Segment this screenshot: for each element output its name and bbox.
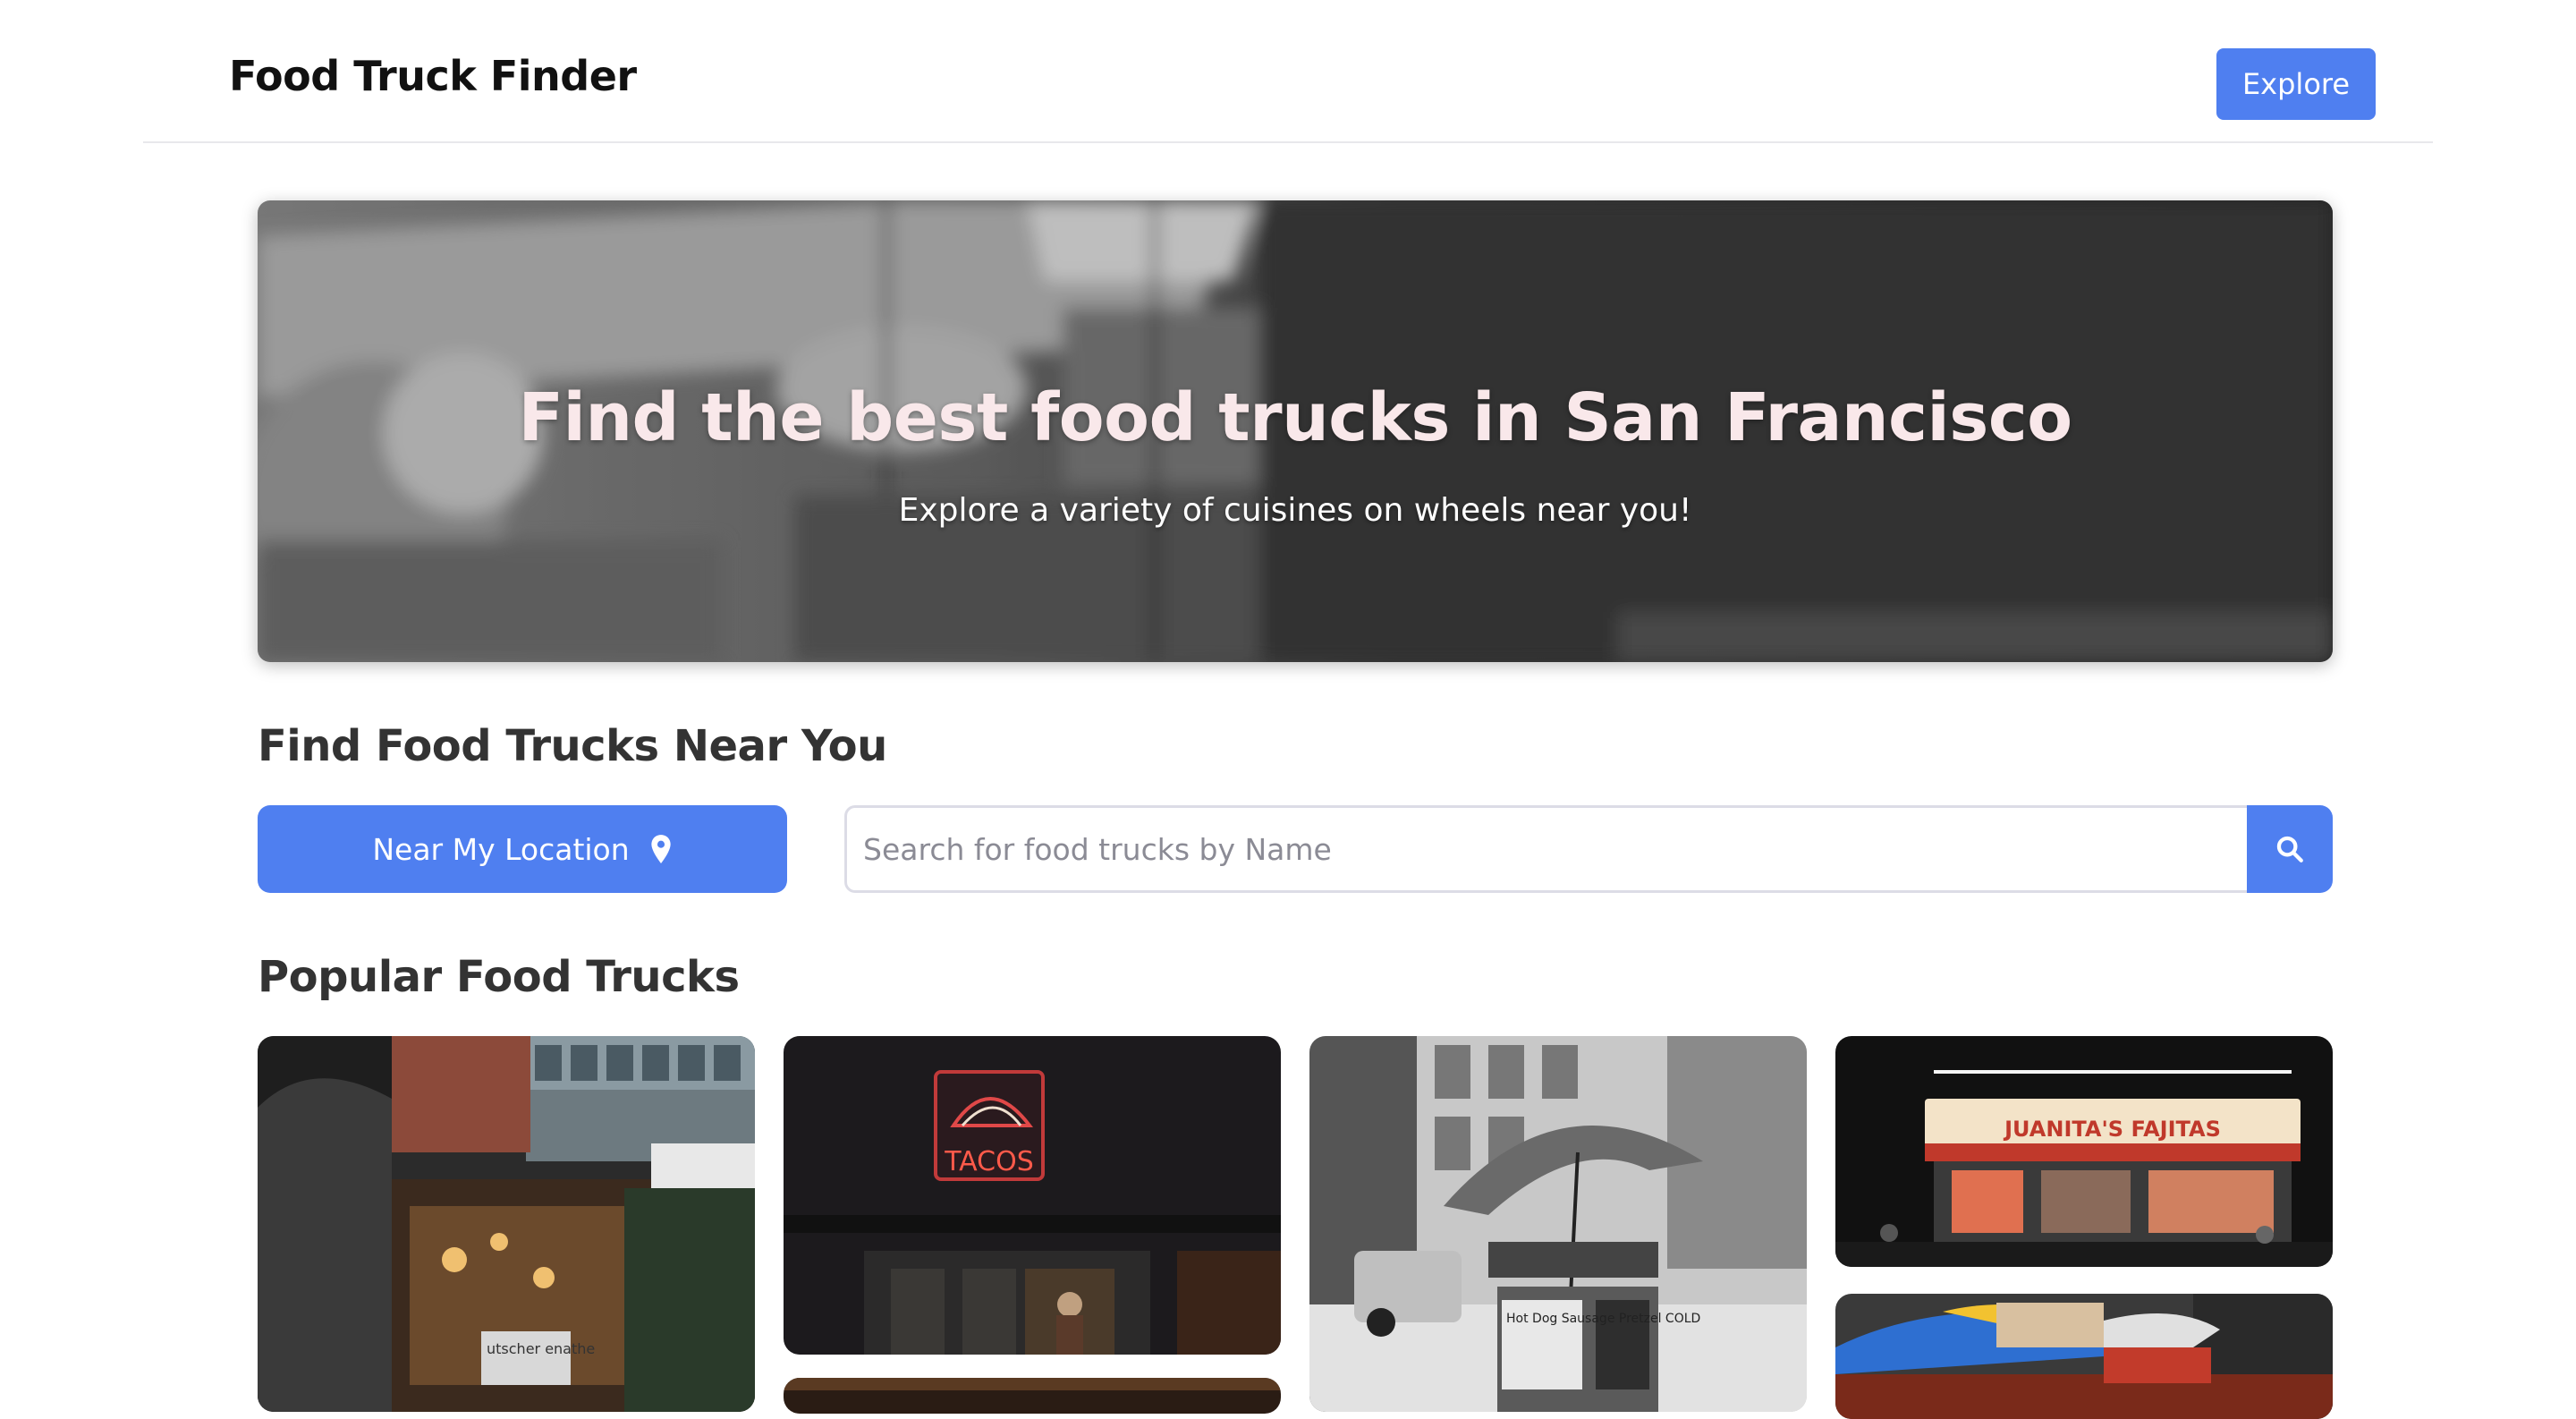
search-input[interactable] (844, 805, 2249, 893)
search-bar (844, 805, 2333, 893)
food-truck-image: JUANITA'S FAJITAS (1835, 1036, 2333, 1267)
food-truck-card[interactable] (784, 1378, 1281, 1414)
food-truck-card[interactable]: utscher enathe (258, 1036, 755, 1412)
explore-button[interactable]: Explore (2216, 48, 2376, 120)
food-truck-image: Hot Dog Sausage Pretzel COLD (1309, 1036, 1807, 1412)
hero-title: Find the best food trucks in San Francis… (518, 379, 2072, 456)
hero-subtitle: Explore a variety of cuisines on wheels … (898, 492, 1692, 529)
brand-title[interactable]: Food Truck Finder (229, 52, 637, 100)
food-truck-image: utscher enathe (258, 1036, 755, 1412)
search-button[interactable] (2247, 805, 2333, 893)
food-truck-image (784, 1378, 1281, 1414)
food-truck-image (1835, 1294, 2333, 1419)
card-sign-text: JUANITA'S FAJITAS (2003, 1117, 2221, 1142)
food-truck-card[interactable] (1835, 1294, 2333, 1419)
near-my-location-label: Near My Location (372, 831, 630, 867)
food-truck-image: TACOS (784, 1036, 1281, 1355)
near-you-heading: Find Food Trucks Near You (258, 721, 887, 771)
card-sign-text: TACOS (944, 1146, 1034, 1177)
hero-banner: Find the best food trucks in San Francis… (258, 200, 2333, 662)
top-nav: Food Truck Finder Explore (143, 0, 2433, 143)
food-truck-card[interactable]: JUANITA'S FAJITAS (1835, 1036, 2333, 1267)
food-truck-card[interactable]: TACOS (784, 1036, 1281, 1355)
search-icon (2276, 836, 2303, 862)
map-pin-icon (651, 835, 671, 863)
popular-trucks-heading: Popular Food Trucks (258, 952, 740, 1002)
food-truck-card[interactable]: Hot Dog Sausage Pretzel COLD (1309, 1036, 1807, 1412)
card-sign-text: utscher enathe (487, 1340, 595, 1357)
near-my-location-button[interactable]: Near My Location (258, 805, 787, 893)
card-sign-text: Hot Dog Sausage Pretzel COLD (1506, 1312, 1700, 1326)
